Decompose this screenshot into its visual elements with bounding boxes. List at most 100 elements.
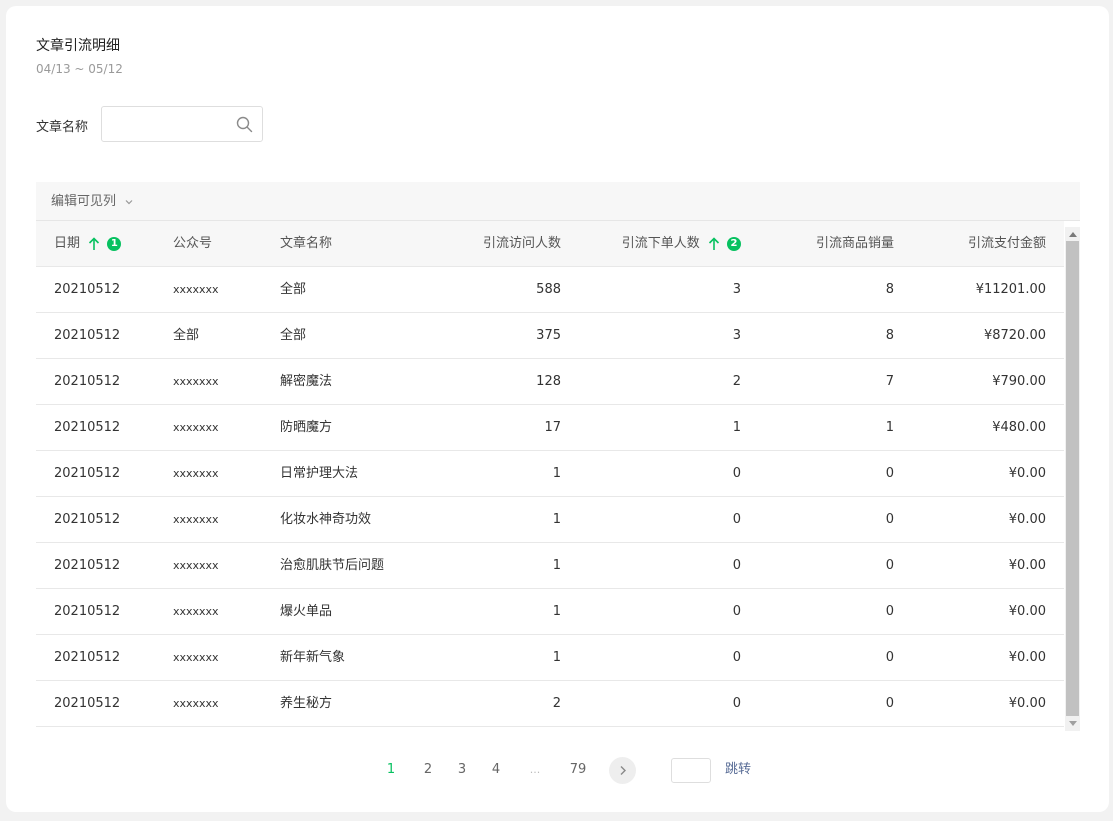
vertical-scrollbar[interactable] xyxy=(1065,227,1080,731)
cell-date: 20210512 xyxy=(54,374,121,389)
cell-date: 20210512 xyxy=(54,512,121,527)
cell-visitors: 2 xyxy=(552,696,561,711)
cell-article: 解密魔法 xyxy=(280,374,333,389)
cell-account: xxxxxxx xyxy=(173,513,219,526)
scrollbar-thumb[interactable] xyxy=(1066,241,1079,716)
cell-orders: 0 xyxy=(732,650,741,665)
cell-visitors: 1 xyxy=(552,512,561,527)
page-jump-button[interactable]: 跳转 xyxy=(725,754,751,786)
cell-date: 20210512 xyxy=(54,696,121,711)
cell-date: 20210512 xyxy=(54,282,121,297)
cell-date: 20210512 xyxy=(54,650,121,665)
cell-account: xxxxxxx xyxy=(173,559,219,572)
cell-sales: 7 xyxy=(885,374,894,389)
cell-orders: 0 xyxy=(732,466,741,481)
cell-amount: ¥0.00 xyxy=(1008,512,1046,527)
cell-article: 养生秘方 xyxy=(280,696,333,711)
cell-amount: ¥0.00 xyxy=(1008,604,1046,619)
cell-article: 全部 xyxy=(280,282,307,297)
cell-orders: 0 xyxy=(732,512,741,527)
cell-article: 治愈肌肤节后问题 xyxy=(280,558,385,573)
cell-article: 化妆水神奇功效 xyxy=(280,512,372,527)
table-row: 20210512 xxxxxxx 全部 588 3 8 ¥11201.00 xyxy=(36,267,1064,313)
cell-date: 20210512 xyxy=(54,558,121,573)
cell-article: 防晒魔方 xyxy=(280,420,333,435)
column-header-article[interactable]: 文章名称 xyxy=(280,221,332,267)
pagination: 1 2 3 4 ... 79 跳转 xyxy=(6,754,1109,786)
page-card: 文章引流明细 04/13 ~ 05/12 文章名称 编辑可见列 日期 1 公众号… xyxy=(6,6,1109,812)
table-row: 20210512 xxxxxxx 爆火单品 1 0 0 ¥0.00 xyxy=(36,589,1064,635)
cell-visitors: 588 xyxy=(536,282,561,297)
table-row: 20210512 xxxxxxx 日常护理大法 1 0 0 ¥0.00 xyxy=(36,451,1064,497)
cell-visitors: 1 xyxy=(552,558,561,573)
chevron-down-icon xyxy=(125,199,133,204)
cell-account: xxxxxxx xyxy=(173,697,219,710)
cell-date: 20210512 xyxy=(54,420,121,435)
page-title: 文章引流明细 xyxy=(36,38,120,54)
page-4-button[interactable]: 4 xyxy=(489,754,503,786)
table-row: 20210512 xxxxxxx 新年新气象 1 0 0 ¥0.00 xyxy=(36,635,1064,681)
page-jump-input[interactable] xyxy=(671,758,711,783)
column-header-orders-label: 引流下单人数 xyxy=(621,236,700,251)
table-header-row: 日期 1 公众号 文章名称 引流访问人数 引流下单人数 2 引流商品销量 引流支… xyxy=(36,221,1064,267)
cell-orders: 3 xyxy=(732,328,741,343)
cell-visitors: 1 xyxy=(552,466,561,481)
cell-account: xxxxxxx xyxy=(173,651,219,664)
date-range: 04/13 ~ 05/12 xyxy=(36,62,123,76)
column-header-orders[interactable]: 引流下单人数 2 xyxy=(622,221,741,267)
cell-sales: 1 xyxy=(885,420,894,435)
edit-columns-label: 编辑可见列 xyxy=(51,194,117,209)
edit-columns-toggle[interactable]: 编辑可见列 xyxy=(36,182,1080,221)
cell-orders: 3 xyxy=(732,282,741,297)
column-header-date-label: 日期 xyxy=(54,236,81,251)
cell-amount: ¥8720.00 xyxy=(983,328,1046,343)
page-79-button[interactable]: 79 xyxy=(567,754,589,786)
cell-visitors: 1 xyxy=(552,604,561,619)
table-grid: 日期 1 公众号 文章名称 引流访问人数 引流下单人数 2 引流商品销量 引流支… xyxy=(36,221,1064,727)
next-page-button[interactable] xyxy=(609,757,636,784)
cell-sales: 8 xyxy=(885,328,894,343)
cell-orders: 0 xyxy=(732,604,741,619)
cell-account: xxxxxxx xyxy=(173,605,219,618)
cell-amount: ¥790.00 xyxy=(992,374,1046,389)
table-row: 20210512 xxxxxxx 化妆水神奇功效 1 0 0 ¥0.00 xyxy=(36,497,1064,543)
cell-account: 全部 xyxy=(173,328,200,343)
cell-account: xxxxxxx xyxy=(173,375,219,388)
sort-ascending-icon[interactable] xyxy=(708,236,720,252)
cell-article: 日常护理大法 xyxy=(280,466,359,481)
article-search-input[interactable] xyxy=(102,107,232,141)
page-3-button[interactable]: 3 xyxy=(455,754,469,786)
cell-visitors: 17 xyxy=(544,420,561,435)
column-header-account[interactable]: 公众号 xyxy=(173,221,212,267)
scroll-down-icon[interactable] xyxy=(1069,721,1077,726)
table-row: 20210512 xxxxxxx 防晒魔方 17 1 1 ¥480.00 xyxy=(36,405,1064,451)
cell-account: xxxxxxx xyxy=(173,283,219,296)
scroll-up-icon[interactable] xyxy=(1069,232,1077,237)
column-header-amount[interactable]: 引流支付金额 xyxy=(968,221,1046,267)
cell-sales: 0 xyxy=(885,558,894,573)
search-icon[interactable] xyxy=(236,116,253,133)
page-2-button[interactable]: 2 xyxy=(421,754,435,786)
cell-orders: 0 xyxy=(732,558,741,573)
column-header-sales[interactable]: 引流商品销量 xyxy=(816,221,894,267)
column-header-date[interactable]: 日期 1 xyxy=(54,221,122,267)
cell-orders: 0 xyxy=(732,696,741,711)
cell-date: 20210512 xyxy=(54,466,121,481)
cell-amount: ¥0.00 xyxy=(1008,558,1046,573)
cell-amount: ¥0.00 xyxy=(1008,696,1046,711)
cell-sales: 0 xyxy=(885,466,894,481)
sort-ascending-icon[interactable] xyxy=(88,236,100,252)
data-table: 编辑可见列 日期 1 公众号 文章名称 引流访问人数 引流下单人数 2 引流商品… xyxy=(36,182,1080,731)
page-ellipsis: ... xyxy=(529,763,541,776)
sort-priority-badge: 2 xyxy=(727,236,741,251)
cell-article: 爆火单品 xyxy=(280,604,333,619)
table-row: 20210512 xxxxxxx 治愈肌肤节后问题 1 0 0 ¥0.00 xyxy=(36,543,1064,589)
cell-visitors: 375 xyxy=(536,328,561,343)
cell-amount: ¥0.00 xyxy=(1008,466,1046,481)
cell-sales: 0 xyxy=(885,696,894,711)
article-search-field[interactable] xyxy=(101,106,263,142)
cell-account: xxxxxxx xyxy=(173,467,219,480)
table-row: 20210512 xxxxxxx 解密魔法 128 2 7 ¥790.00 xyxy=(36,359,1064,405)
page-1-button[interactable]: 1 xyxy=(384,754,398,786)
column-header-visitors[interactable]: 引流访问人数 xyxy=(483,221,561,267)
